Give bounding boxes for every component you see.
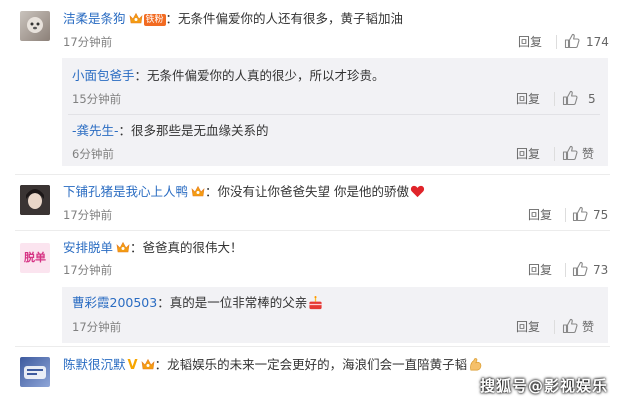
username[interactable]: 小面包爸手 <box>72 68 135 83</box>
comment-item: 脱单 安排脱单 ：爸爸真的很伟大！ 17分钟前 回复 73 曹彩霞200503：真… <box>0 231 624 344</box>
username[interactable]: 洁柔是条狗 <box>63 11 126 26</box>
username[interactable]: 曹彩霞200503 <box>72 295 157 310</box>
avatar-image <box>27 17 43 33</box>
timestamp: 15分钟前 <box>72 92 122 106</box>
like-count[interactable]: 5 <box>588 91 596 107</box>
crown-icon <box>141 358 155 370</box>
timestamp: 17分钟前 <box>72 320 122 334</box>
timestamp: 17分钟前 <box>63 35 113 49</box>
reply-thread: 小面包爸手：无条件偏爱你的人真的很少，所以才珍贵。 15分钟前 回复 5 -龚先… <box>62 58 608 166</box>
avatar-text: 脱单 <box>24 251 46 264</box>
divider <box>565 208 566 222</box>
divider <box>556 35 557 49</box>
like-count[interactable]: 174 <box>586 34 609 50</box>
like-icon[interactable] <box>572 261 588 277</box>
reply-button[interactable]: 回复 <box>516 146 540 162</box>
timestamp: 17分钟前 <box>63 263 113 277</box>
like-icon[interactable] <box>572 206 588 222</box>
avatar-image <box>20 185 50 215</box>
username[interactable]: 安排脱单 <box>63 240 113 255</box>
divider <box>554 320 555 334</box>
avatar[interactable] <box>20 357 50 387</box>
heart-icon <box>410 185 425 198</box>
username[interactable]: -龚先生- <box>72 123 119 138</box>
comment-item: 下铺孔猪是我心上人鸭 ：你没有让你爸爸失望 你是他的骄傲 17分钟前 回复 75 <box>0 175 624 229</box>
crown-icon <box>116 241 130 253</box>
crown-icon <box>129 12 143 24</box>
comment-text: ：龙韬娱乐的未来一定会更好的，海浪们会一直陪黄子韬 <box>154 357 468 372</box>
verified-icon: V <box>127 358 138 373</box>
muscle-icon <box>470 358 482 371</box>
timestamp: 17分钟前 <box>63 208 113 222</box>
divider <box>68 114 600 115</box>
divider <box>565 263 566 277</box>
comment-item: 洁柔是条狗 铁粉 ：无条件偏爱你的人还有很多，黄子韬加油 17分钟前 回复 174 … <box>0 0 624 172</box>
divider <box>554 92 555 106</box>
like-icon[interactable] <box>562 145 578 161</box>
crown-icon <box>191 185 205 197</box>
avatar[interactable] <box>20 11 50 41</box>
like-icon[interactable] <box>562 90 578 106</box>
like-icon[interactable] <box>562 318 578 334</box>
reply-button[interactable]: 回复 <box>518 34 542 50</box>
username[interactable]: 陈默很沉默 <box>63 357 126 372</box>
like-count[interactable]: 赞 <box>582 146 594 162</box>
timestamp: 6分钟前 <box>72 147 114 161</box>
comment-text: ：很多那些是无血缘关系的 <box>118 123 269 138</box>
divider <box>554 147 555 161</box>
reply-button[interactable]: 回复 <box>516 319 540 335</box>
like-count[interactable]: 75 <box>593 207 608 223</box>
comment-text: ：你没有让你爸爸失望 你是他的骄傲 <box>205 184 409 199</box>
comment-text: ：无条件偏爱你的人还有很多，黄子韬加油 <box>165 11 404 26</box>
reply-button[interactable]: 回复 <box>528 262 552 278</box>
like-count[interactable]: 73 <box>593 262 608 278</box>
username[interactable]: 下铺孔猪是我心上人鸭 <box>63 184 188 199</box>
reply-button[interactable]: 回复 <box>516 91 540 107</box>
cake-icon <box>309 296 322 310</box>
avatar[interactable] <box>20 185 50 215</box>
comment-text: ：真的是一位非常棒的父亲 <box>157 295 308 310</box>
reply-thread: 曹彩霞200503：真的是一位非常棒的父亲 17分钟前 回复 赞 <box>62 287 608 343</box>
avatar-image <box>24 366 46 379</box>
avatar[interactable]: 脱单 <box>20 243 50 273</box>
comment-text: ：爸爸真的很伟大！ <box>130 240 243 255</box>
watermark: 搜狐号@影视娱乐 <box>479 377 608 395</box>
reply-button[interactable]: 回复 <box>528 207 552 223</box>
like-count[interactable]: 赞 <box>582 319 594 335</box>
fan-badge: 铁粉 <box>143 14 166 26</box>
like-icon[interactable] <box>564 33 580 49</box>
comment-text: ：无条件偏爱你的人真的很少，所以才珍贵。 <box>134 68 385 83</box>
